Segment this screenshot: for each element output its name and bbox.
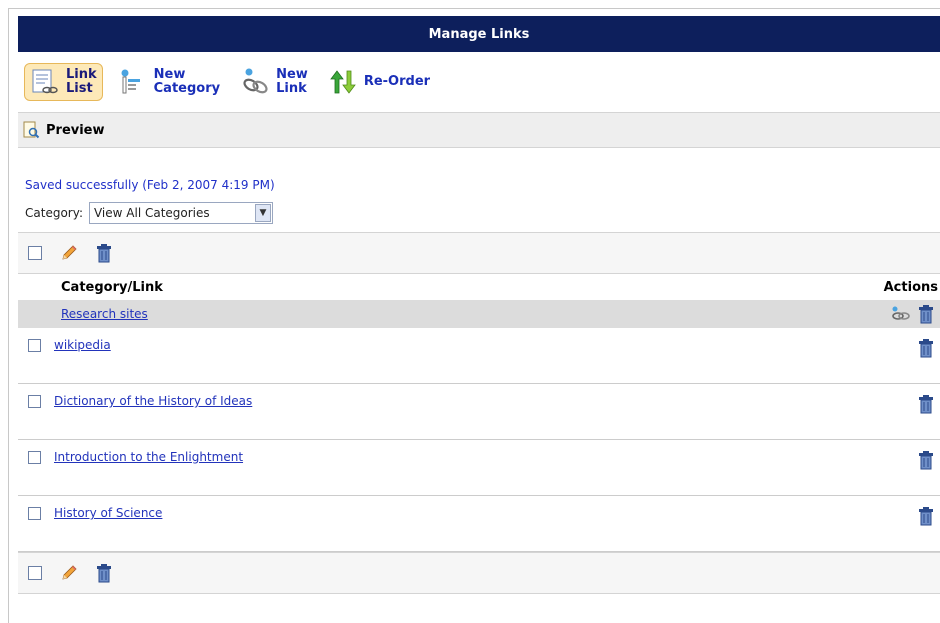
new-category-button[interactable]: New Category (113, 64, 225, 100)
link-list-label-1: Link (66, 67, 97, 82)
trash-icon[interactable] (918, 506, 934, 526)
trash-icon[interactable] (96, 243, 112, 263)
table-row: Dictionary of the History of Ideas (18, 384, 940, 440)
column-header-actions: Actions (883, 279, 938, 295)
category-filter: Category: View All Categories ▼ (25, 202, 273, 224)
category-link[interactable]: Research sites (61, 307, 148, 321)
trash-icon[interactable] (918, 394, 934, 414)
category-select-value: View All Categories (93, 206, 210, 220)
link-title[interactable]: History of Science (54, 506, 162, 520)
manage-links-panel: Manage Links Link List New Category New … (18, 16, 940, 148)
links-table: Category/Link Actions Research sites wik… (18, 232, 940, 594)
link-title[interactable]: Dictionary of the History of Ideas (54, 394, 252, 408)
category-select[interactable]: View All Categories ▼ (88, 202, 273, 224)
add-link-icon[interactable] (890, 306, 910, 322)
toolbar: Link List New Category New Link Re-Order (18, 52, 940, 112)
chevron-down-icon[interactable]: ▼ (254, 204, 271, 222)
column-header-category-link: Category/Link (61, 279, 163, 295)
category-filter-label: Category: (25, 206, 83, 220)
category-row: Research sites (18, 300, 940, 328)
preview-label: Preview (46, 122, 105, 138)
top-action-bar (18, 232, 940, 274)
preview-icon (22, 121, 40, 139)
reorder-icon (328, 67, 358, 97)
link-list-icon (30, 67, 60, 97)
new-link-button[interactable]: New Link (235, 64, 313, 100)
trash-icon[interactable] (918, 450, 934, 470)
link-title[interactable]: Introduction to the Enlightment (54, 450, 243, 464)
row-checkbox[interactable] (28, 450, 41, 464)
table-row: wikipedia (18, 328, 940, 384)
select-all-checkbox[interactable] (28, 566, 42, 580)
page-title: Manage Links (18, 16, 940, 52)
new-category-icon (118, 67, 148, 97)
pencil-icon[interactable] (60, 244, 78, 262)
link-title[interactable]: wikipedia (54, 338, 111, 352)
new-link-label-2: Link (276, 81, 307, 96)
select-all-checkbox[interactable] (28, 246, 42, 260)
row-checkbox[interactable] (28, 506, 41, 520)
new-link-label-1: New (276, 67, 308, 82)
row-checkbox[interactable] (28, 338, 41, 352)
trash-icon[interactable] (96, 563, 112, 583)
table-row: History of Science (18, 496, 940, 552)
pencil-icon[interactable] (60, 564, 78, 582)
table-header: Category/Link Actions (18, 274, 940, 300)
table-row: Introduction to the Enlightment (18, 440, 940, 496)
link-list-button[interactable]: Link List (24, 63, 103, 101)
trash-icon[interactable] (918, 304, 934, 324)
new-link-icon (240, 67, 270, 97)
reorder-label: Re-Order (363, 74, 431, 89)
bottom-action-bar (18, 552, 940, 594)
new-category-label-1: New (153, 67, 186, 82)
preview-bar[interactable]: Preview (18, 112, 940, 148)
new-category-label-2: Category (153, 81, 221, 96)
link-list-label-2: List (66, 81, 93, 96)
reorder-button[interactable]: Re-Order (323, 64, 435, 100)
row-checkbox[interactable] (28, 394, 41, 408)
status-message: Saved successfully (Feb 2, 2007 4:19 PM) (25, 178, 275, 192)
trash-icon[interactable] (918, 338, 934, 358)
